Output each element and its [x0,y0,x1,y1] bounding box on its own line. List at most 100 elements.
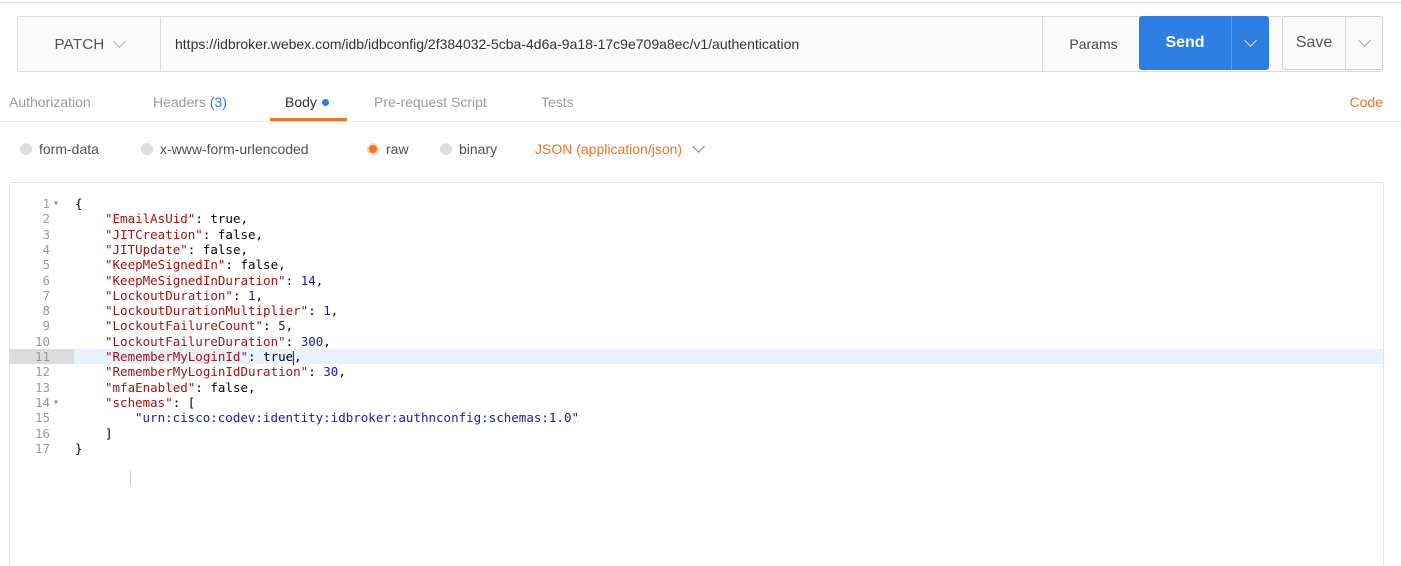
json-value: 1 [323,303,331,318]
code-link[interactable]: Code [1350,88,1383,116]
json-value: 300 [300,334,324,349]
radio-label: raw [386,141,409,157]
code-content: "KeepMeSignedInDuration": 14, [105,273,324,288]
radio-x-www-form-urlencoded[interactable]: x-www-form-urlencoded [141,134,309,164]
json-key: "schemas" [105,395,173,410]
code-line: 14 ▾ "schemas": [ [10,395,1383,410]
code-line: 2 "EmailAsUid": true, [10,211,1383,226]
line-number: 8 [42,303,50,318]
code-line: 7 "LockoutDuration": 1, [10,288,1383,303]
tab-label: Tests [541,94,574,110]
tab-label: Body [285,94,317,110]
body-code-editor[interactable]: 1 ▾{2 "EmailAsUid": true, 3 "JITCreation": f… [9,182,1384,566]
code-line: 5 "KeepMeSignedIn": false, [10,257,1383,272]
code-line: 3 "JITCreation": false, [10,227,1383,242]
code-line: 6 "KeepMeSignedInDuration": 14, [10,273,1383,288]
save-button[interactable]: Save [1283,17,1345,69]
line-number: 2 [42,211,50,226]
line-number: 12 [34,364,50,379]
code-content: "JITCreation": false, [105,227,264,242]
line-number: 4 [42,242,50,257]
method-label: PATCH [54,35,105,53]
body-modified-dot-icon [321,98,329,106]
text-cursor [293,350,295,365]
url-input[interactable]: https://idbroker.webex.com/idb/idbconfig… [175,17,799,71]
request-tabs: Authorization Headers (3) Body Pre-reque… [0,88,1401,121]
chevron-down-icon [1357,34,1371,47]
radio-raw[interactable]: raw [367,134,409,164]
code-line: 12 "RememberMyLoginIdDuration": 30, [10,364,1383,379]
json-value: false [217,227,256,242]
line-number: 15 [34,410,50,425]
json-key: "RememberMyLoginIdDuration" [105,364,309,379]
json-key: "LockoutFailureDuration" [105,334,286,349]
indent-guide [130,470,131,486]
send-button[interactable]: Send [1139,16,1231,70]
line-number: 14 [34,395,50,410]
code-content: "schemas": [ [105,395,196,410]
json-key: "EmailAsUid" [105,211,196,226]
line-number: 16 [34,426,50,441]
json-string: "urn:cisco:codev:identity:idbroker:authn… [135,410,580,425]
json-key: "JITUpdate" [105,242,188,257]
content-type-dropdown[interactable]: JSON (application/json) [535,134,705,164]
json-key: "RememberMyLoginId" [105,349,248,364]
method-select[interactable]: PATCH [18,17,161,71]
json-key: "JITCreation" [105,227,203,242]
code-content: "RememberMyLoginId": true, [105,349,302,365]
json-bracket: } [75,441,83,456]
tabs-divider [0,121,1401,122]
code-content: "LockoutFailureDuration": 300, [105,334,331,349]
code-content: "mfaEnabled": false, [105,380,256,395]
radio-circle-icon [141,143,153,155]
line-number: 10 [34,334,50,349]
json-value: 30 [323,364,339,379]
save-dropdown-button[interactable] [1346,17,1382,69]
json-bracket: ] [105,426,113,441]
json-value: 14 [300,273,316,288]
tab-label: Authorization [9,94,91,110]
radio-form-data[interactable]: form-data [20,134,99,164]
send-dropdown-button[interactable] [1232,16,1269,70]
code-content: "urn:cisco:codev:identity:idbroker:authn… [135,410,579,425]
tab-tests[interactable]: Tests [541,88,574,118]
json-key: "LockoutDuration" [105,288,233,303]
code-content: { [75,196,83,211]
line-number: 13 [34,380,50,395]
line-number: 5 [42,257,50,272]
radio-circle-icon [440,143,452,155]
fold-arrow-icon[interactable]: ▾ [53,395,59,410]
radio-selected-icon [367,143,379,155]
code-content: "RememberMyLoginIdDuration": 30, [105,364,346,379]
line-number: 3 [42,227,50,242]
params-button[interactable]: Params [1042,17,1145,71]
send-button-group: Send [1139,16,1269,70]
content-type-label: JSON (application/json) [535,141,683,157]
tab-authorization[interactable]: Authorization [9,88,91,118]
radio-label: form-data [39,141,99,157]
tab-pre-request-script[interactable]: Pre-request Script [374,88,487,118]
code-line: 13 "mfaEnabled": false, [10,380,1383,395]
line-number: 1 [42,196,50,211]
headers-count-badge: (3) [209,94,227,110]
chevron-down-icon [112,35,126,48]
code-content: "KeepMeSignedIn": false, [105,257,286,272]
code-content: "LockoutDuration": 1, [105,288,264,303]
code-line: 1 ▾ { [10,196,1383,211]
tab-headers[interactable]: Headers (3) [153,88,227,118]
json-value: false [210,380,249,395]
code-line: 10 "LockoutFailureDuration": 300, [10,334,1383,349]
tab-body[interactable]: Body [270,88,347,121]
fold-arrow-icon[interactable]: ▾ [53,196,59,211]
code-content: "JITUpdate": false, [105,242,249,257]
code-line: 17} [10,441,1383,456]
code-line: 9 "LockoutFailureCount": 5, [10,318,1383,333]
radio-binary[interactable]: binary [440,134,497,164]
json-value: false [202,242,241,257]
json-key: "LockoutFailureCount" [105,318,264,333]
json-key: "KeepMeSignedInDuration" [105,273,286,288]
line-number: 11 [34,349,50,364]
radio-circle-icon [20,143,32,155]
line-number: 7 [42,288,50,303]
json-value: true [210,211,241,226]
